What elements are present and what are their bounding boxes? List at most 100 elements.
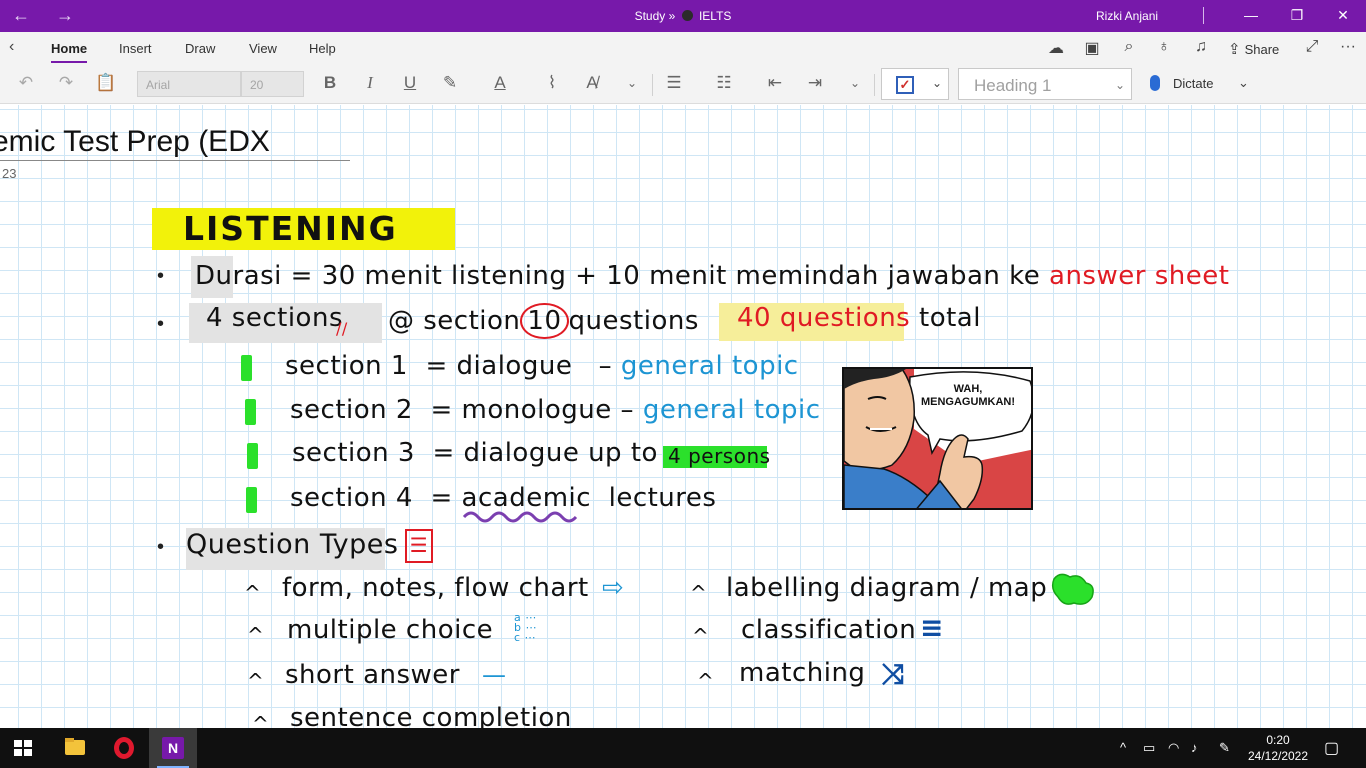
caret-bullet: ^ [692, 624, 710, 648]
dictate-button[interactable]: Dictate [1173, 76, 1213, 91]
each-section-text: @ section [388, 306, 521, 336]
file-explorer-icon[interactable] [51, 728, 99, 768]
fullscreen-icon[interactable]: ⤢ [1300, 38, 1324, 56]
qtype-short-answer[interactable]: short answer [285, 660, 460, 690]
qtype-sentence-completion[interactable]: sentence completion [290, 703, 572, 728]
qtype-classification[interactable]: classification [741, 615, 916, 645]
equals-sign: = [425, 351, 448, 381]
bold-icon[interactable]: B [317, 72, 343, 94]
ribbon: ‹ Home Insert Draw View Help ☁ ▣ ⌕ ♁ ♫ ⇪… [0, 32, 1366, 104]
tab-draw[interactable]: Draw [185, 41, 215, 56]
dash: – [620, 395, 635, 425]
bullet: • [157, 536, 165, 558]
outdent-icon[interactable]: ⇤ [762, 72, 788, 94]
onenote-letter: N [162, 737, 184, 759]
chevron-down-icon[interactable]: ⌄ [619, 72, 645, 94]
section-type: dialogue up to [463, 438, 658, 468]
answer-sheet-text: answer sheet [1049, 261, 1230, 291]
chevron-down-icon[interactable]: ⌄ [1238, 75, 1249, 91]
equals-lines-icon: ≡ [920, 611, 944, 644]
restore-button[interactable]: ❐ [1282, 5, 1312, 25]
listening-heading[interactable]: LISTENING [183, 209, 398, 248]
section-3-line[interactable]: section 3 = dialogue up to [292, 438, 658, 468]
todo-tag-dropdown[interactable]: ✓ ⌄ [881, 68, 949, 100]
tab-insert[interactable]: Insert [119, 41, 152, 56]
onenote-icon[interactable]: N [149, 728, 197, 768]
onenote-window: ← → Study » IELTS Rizki Anjani — ❐ ✕ ‹ H… [0, 0, 1366, 768]
lectures-word: lectures [608, 483, 717, 513]
notification-icon[interactable]: ▢ [1324, 738, 1339, 758]
arrow-outline-icon: ⇨ [602, 573, 625, 603]
share-button[interactable]: ⇪ Share [1228, 40, 1279, 58]
close-button[interactable]: ✕ [1328, 5, 1358, 25]
total-questions[interactable]: 40 questions total [737, 303, 981, 333]
section-type: monologue [461, 395, 612, 425]
title-bar: ← → Study » IELTS Rizki Anjani — ❐ ✕ [0, 0, 1366, 32]
qtype-matching[interactable]: matching [739, 658, 865, 688]
page-canvas[interactable]: emic Test Prep (EDX 23 LISTENING • Duras… [0, 105, 1366, 728]
format-painter-icon[interactable]: ⌇ [539, 72, 565, 94]
font-name-input[interactable]: Arial [137, 71, 241, 97]
wifi-icon[interactable]: ◠ [1168, 740, 1179, 756]
bullets-icon[interactable]: ☰ [661, 72, 687, 94]
clipboard-icon[interactable]: 📋 [93, 72, 119, 94]
windows-start-icon[interactable] [14, 740, 32, 756]
ribbon-tabs: ‹ Home Insert Draw View Help ☁ ▣ ⌕ ♁ ♫ ⇪… [0, 32, 1366, 64]
font-size-input[interactable]: 20 [241, 71, 304, 97]
question-types-heading[interactable]: Question Types [186, 529, 398, 560]
battery-icon[interactable]: ▭ [1143, 740, 1155, 756]
chevron-down-icon[interactable]: ⌄ [842, 72, 868, 94]
tab-help[interactable]: Help [309, 41, 336, 56]
bullet: • [157, 313, 165, 335]
volume-icon[interactable]: ♪ [1191, 740, 1198, 755]
caret-bullet: ^ [690, 581, 708, 605]
green-marker [245, 399, 256, 425]
page-date: 23 [2, 166, 17, 181]
duration-text: Durasi = 30 menit listening + 10 menit m… [195, 261, 1041, 291]
undo-icon[interactable]: ↶ [13, 72, 39, 94]
system-clock[interactable]: 0:20 24/12/2022 [1246, 732, 1310, 764]
qtype-labelling[interactable]: labelling diagram / map [726, 573, 1047, 603]
underline-icon[interactable]: U [397, 72, 423, 94]
sections-count[interactable]: 4 sections [206, 303, 343, 333]
bullet: • [157, 265, 165, 287]
qtype-multiple-choice[interactable]: multiple choice [287, 615, 493, 645]
chevron-up-icon[interactable]: ^ [1120, 740, 1126, 755]
redo-icon[interactable]: ↷ [53, 72, 79, 94]
minimize-button[interactable]: — [1236, 5, 1266, 25]
search-icon[interactable]: ⌕ [1117, 38, 1141, 56]
highlighter-icon[interactable]: ✎ [437, 72, 463, 94]
list-icon: ☰ [405, 529, 433, 563]
microphone-icon[interactable] [1150, 75, 1160, 91]
numbering-icon[interactable]: ☷ [711, 72, 737, 94]
section-1-line[interactable]: section 1 = dialogue – general topic [285, 351, 799, 381]
tab-view[interactable]: View [249, 41, 277, 56]
lightbulb-icon[interactable]: ♁ [1152, 38, 1176, 56]
user-name[interactable]: Rizki Anjani [1096, 9, 1158, 23]
qtype-form[interactable]: form, notes, flow chart [282, 573, 589, 603]
share-label: Share [1244, 42, 1280, 57]
opera-icon[interactable] [100, 728, 148, 768]
caret-bullet: ^ [247, 669, 265, 693]
four-persons-text[interactable]: 4 persons [668, 444, 771, 468]
map-icon [1051, 573, 1094, 605]
more-icon[interactable]: ··· [1336, 38, 1360, 56]
section-2-line[interactable]: section 2 = monologue – general topic [290, 395, 821, 425]
pages-icon[interactable]: ▣ [1080, 38, 1104, 58]
indent-icon[interactable]: ⇥ [802, 72, 828, 94]
green-marker [246, 487, 257, 513]
sync-icon[interactable]: ☁ [1044, 38, 1068, 58]
tab-home[interactable]: Home [51, 41, 88, 63]
styles-dropdown[interactable]: Heading 1 ⌄ [958, 68, 1132, 100]
italic-icon[interactable]: I [357, 72, 383, 94]
separator [874, 74, 875, 96]
questions-per-section[interactable]: @ section 10 questions [388, 303, 699, 339]
font-color-icon[interactable]: A [487, 72, 513, 94]
clear-format-icon[interactable]: A̸ [579, 72, 605, 94]
duration-line[interactable]: Durasi = 30 menit listening + 10 menit m… [195, 261, 1229, 291]
chevron-left-icon[interactable]: ‹ [9, 38, 14, 56]
page-title[interactable]: emic Test Prep (EDX [0, 125, 270, 159]
pen-icon[interactable]: ✎ [1219, 740, 1230, 756]
bell-icon[interactable]: ♫ [1189, 38, 1213, 56]
comic-image[interactable]: WAH, MENGAGUMKAN! [842, 367, 1033, 510]
